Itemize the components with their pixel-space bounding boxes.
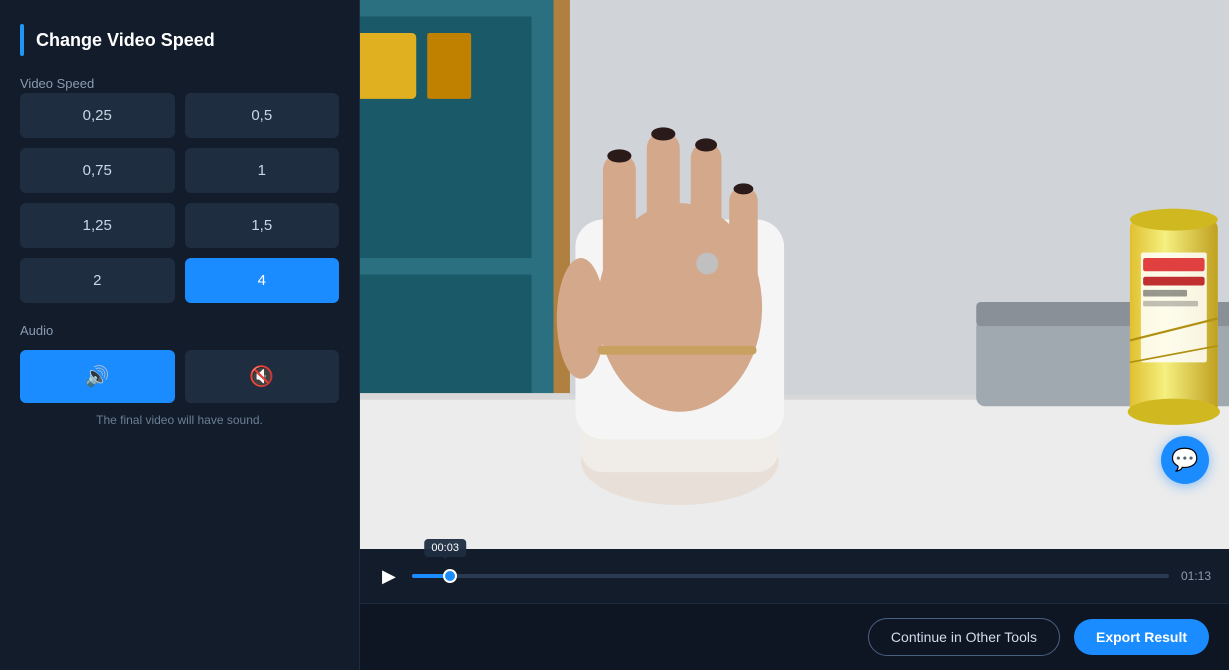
sidebar-title-wrap: Change Video Speed [20, 24, 339, 56]
video-area: 💬 ▶ 00:03 01:13 Continue in Other Tools … [360, 0, 1229, 670]
duration-label: 01:13 [1181, 569, 1211, 583]
audio-btn-row: 🔊 🔇 [20, 350, 339, 403]
audio-off-icon: 🔇 [249, 364, 274, 389]
audio-section: Audio 🔊 🔇 The final video will have soun… [20, 323, 339, 427]
page-title: Change Video Speed [36, 30, 215, 51]
play-button[interactable]: ▶ [378, 566, 400, 587]
speed-button-0_75[interactable]: 0,75 [20, 148, 175, 193]
speed-button-4[interactable]: 4 [185, 258, 340, 303]
audio-off-button[interactable]: 🔇 [185, 350, 340, 403]
progress-track[interactable]: 00:03 [412, 574, 1169, 578]
bottom-bar: Continue in Other Tools Export Result [360, 603, 1229, 670]
progress-thumb: 00:03 [443, 569, 457, 583]
video-scene [360, 0, 1229, 549]
audio-on-icon: 🔊 [85, 364, 110, 389]
play-icon: ▶ [382, 566, 396, 587]
continue-other-tools-button[interactable]: Continue in Other Tools [868, 618, 1060, 656]
video-wrapper: 💬 [360, 0, 1229, 549]
audio-on-button[interactable]: 🔊 [20, 350, 175, 403]
export-result-button[interactable]: Export Result [1074, 619, 1209, 655]
speed-grid: 0,250,50,7511,251,524 [20, 93, 339, 303]
speed-section-label: Video Speed [20, 76, 339, 91]
speed-button-0_25[interactable]: 0,25 [20, 93, 175, 138]
chat-button[interactable]: 💬 [1161, 436, 1209, 484]
speed-section: Video Speed 0,250,50,7511,251,524 [20, 76, 339, 303]
playback-bar: ▶ 00:03 01:13 [360, 549, 1229, 603]
audio-section-label: Audio [20, 323, 339, 338]
chat-icon: 💬 [1171, 447, 1198, 473]
timestamp-bubble: 00:03 [424, 539, 466, 557]
speed-button-1_25[interactable]: 1,25 [20, 203, 175, 248]
speed-button-0_5[interactable]: 0,5 [185, 93, 340, 138]
sidebar: Change Video Speed Video Speed 0,250,50,… [0, 0, 360, 670]
audio-hint: The final video will have sound. [20, 413, 339, 427]
accent-bar [20, 24, 24, 56]
speed-button-1[interactable]: 1 [185, 148, 340, 193]
speed-button-1_5[interactable]: 1,5 [185, 203, 340, 248]
speed-button-2[interactable]: 2 [20, 258, 175, 303]
